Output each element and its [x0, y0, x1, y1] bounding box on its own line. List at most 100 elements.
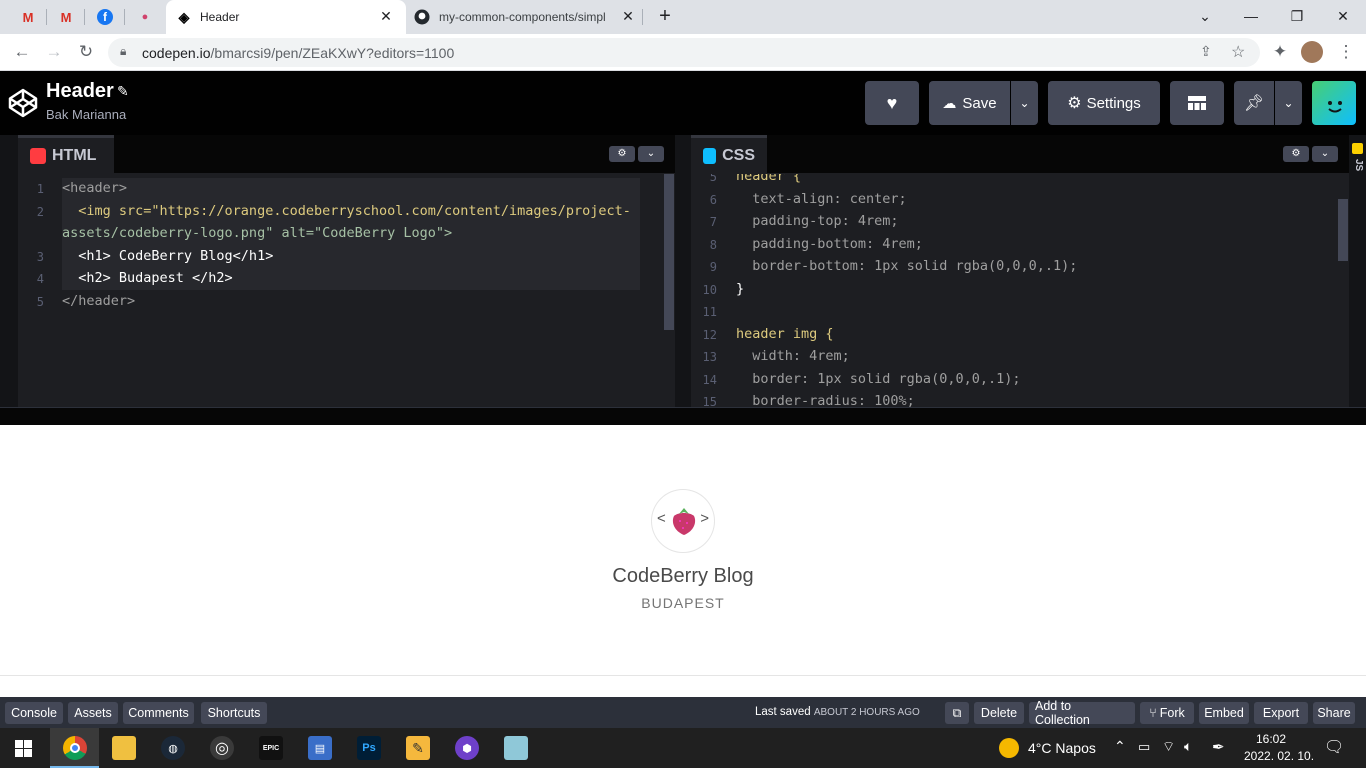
- save-button[interactable]: ☁ Save: [929, 81, 1010, 125]
- gear-icon: ⚙: [1067, 95, 1082, 112]
- html-code[interactable]: 1 2 3 4 5 <header> <img src="https://ora…: [18, 174, 675, 407]
- console-button[interactable]: Console: [5, 702, 63, 724]
- line-number: 5: [36, 295, 44, 309]
- bookmark-star-icon[interactable]: ☆: [1231, 42, 1245, 62]
- gmail-icon[interactable]: M: [58, 9, 74, 25]
- chevron-up-icon[interactable]: ⌃: [1114, 738, 1126, 755]
- battery-icon[interactable]: ▭: [1138, 739, 1150, 755]
- photoshop-icon[interactable]: Ps: [357, 736, 381, 760]
- fork-icon: ⑂: [1149, 706, 1157, 720]
- comments-button[interactable]: Comments: [123, 702, 194, 724]
- codeberry-logo: < >: [651, 489, 715, 553]
- angle-left-icon: <: [657, 510, 666, 527]
- assets-button[interactable]: Assets: [68, 702, 118, 724]
- windows-start-icon[interactable]: [15, 740, 32, 757]
- pin-button[interactable]: 📌︎: [1234, 81, 1274, 125]
- editor-collapse-icon[interactable]: ⌄: [638, 146, 664, 162]
- save-options-button[interactable]: ⌄: [1011, 81, 1038, 125]
- forward-icon[interactable]: →: [42, 40, 66, 64]
- strawberry-icon: [672, 508, 696, 535]
- line-number: 6: [709, 193, 717, 207]
- close-tab-icon[interactable]: ✕: [378, 8, 394, 24]
- profile-avatar[interactable]: [1301, 41, 1323, 63]
- pen-workspace-icon[interactable]: ✒: [1212, 738, 1225, 756]
- code-line: }: [736, 281, 745, 297]
- facebook-icon[interactable]: f: [97, 9, 113, 25]
- html-editor[interactable]: HTML ⚙ ⌄ 1 2 3 4 5 <header> <img src="ht…: [18, 135, 675, 407]
- css-badge-icon: [703, 147, 717, 164]
- html-badge-icon: [30, 147, 46, 164]
- html-editor-header: HTML ⚙ ⌄: [18, 135, 675, 173]
- chrome-menu-icon[interactable]: ⋮: [1334, 40, 1358, 64]
- preview-resizer[interactable]: [0, 407, 1366, 425]
- editor-settings-icon[interactable]: ⚙: [609, 146, 635, 162]
- code-line: <h2> Budapest </h2>: [62, 270, 233, 286]
- notifications-icon[interactable]: 🗨︎: [1324, 737, 1344, 757]
- codepen-logo-icon[interactable]: [7, 87, 39, 119]
- love-button[interactable]: ♥: [865, 81, 919, 125]
- gmail-icon[interactable]: M: [20, 9, 36, 25]
- settings-label: Settings: [1086, 94, 1141, 112]
- editor-collapse-icon[interactable]: ⌄: [1312, 146, 1338, 162]
- codepen-icon: ◈: [178, 8, 190, 25]
- restore-icon[interactable]: ❐: [1287, 6, 1307, 26]
- new-tab-icon[interactable]: +: [655, 6, 675, 26]
- wifi-icon[interactable]: ⌔: [1162, 738, 1175, 756]
- css-editor-header: CSS ⚙ ⌄: [691, 135, 1349, 173]
- edit-pencil-icon[interactable]: ✎: [117, 83, 129, 100]
- extensions-icon[interactable]: ✦: [1268, 40, 1292, 64]
- clock-date[interactable]: 2022. 02. 10.: [1244, 749, 1314, 763]
- pen-author[interactable]: Bak Marianna: [46, 107, 126, 122]
- clock-time[interactable]: 16:02: [1256, 732, 1286, 746]
- glass-app-icon[interactable]: [504, 736, 528, 760]
- save-disk-icon[interactable]: ▤: [308, 736, 332, 760]
- js-editor-collapsed[interactable]: JS: [1349, 135, 1366, 407]
- css-editor[interactable]: CSS ⚙ ⌄ 5 6 7 8 9 10 11 12 13 14 15 head…: [691, 135, 1349, 407]
- sun-weather-icon[interactable]: [999, 738, 1019, 758]
- volume-icon[interactable]: 🔈︎: [1184, 738, 1192, 755]
- close-window-icon[interactable]: ✕: [1333, 6, 1353, 26]
- tab-separator: [84, 9, 85, 25]
- weather-text[interactable]: 4°C Napos: [1028, 740, 1096, 756]
- change-view-button[interactable]: [1170, 81, 1224, 125]
- minimize-icon[interactable]: —: [1241, 6, 1261, 26]
- delete-button[interactable]: Delete: [974, 702, 1024, 724]
- editor-settings-icon[interactable]: ⚙: [1283, 146, 1309, 162]
- editor-resizer[interactable]: [675, 135, 691, 407]
- tab-search-icon[interactable]: ⌄: [1195, 6, 1215, 26]
- pin-options-button[interactable]: ⌄: [1275, 81, 1302, 125]
- epic-games-icon[interactable]: EPIC: [259, 736, 283, 760]
- settings-button[interactable]: ⚙ Settings: [1048, 81, 1160, 125]
- codeberry-icon[interactable]: ●: [137, 9, 153, 25]
- tab-header-active[interactable]: ◈ Header ✕: [166, 0, 406, 34]
- address-bar[interactable]: 🔒︎ codepen.io/bmarcsi9/pen/ZEaKXwY?edito…: [108, 38, 1260, 67]
- reload-icon[interactable]: ↻: [74, 40, 98, 64]
- share-icon[interactable]: ⇪: [1200, 43, 1212, 60]
- line-number: 15: [702, 395, 717, 407]
- shortcuts-button[interactable]: Shortcuts: [201, 702, 267, 724]
- css-editor-tab[interactable]: CSS: [691, 135, 767, 173]
- vertical-scrollbar[interactable]: [1338, 199, 1348, 261]
- lock-icon: 🔒︎: [120, 44, 127, 58]
- pencil-app-icon[interactable]: ✎: [406, 736, 430, 760]
- github-desktop-icon[interactable]: ⬢: [455, 736, 479, 760]
- share-button[interactable]: Share: [1313, 702, 1355, 724]
- add-to-collection-button[interactable]: Add to Collection: [1029, 699, 1135, 727]
- line-number: 12: [702, 328, 717, 342]
- fork-button[interactable]: ⑂ Fork: [1140, 702, 1194, 724]
- html-editor-tab[interactable]: HTML: [18, 135, 114, 173]
- steam-icon[interactable]: ◍: [161, 736, 185, 760]
- embed-button[interactable]: Embed: [1199, 702, 1249, 724]
- export-button[interactable]: Export: [1254, 702, 1308, 724]
- chrome-icon[interactable]: [63, 736, 87, 760]
- ubisoft-icon[interactable]: ◎: [210, 736, 234, 760]
- close-tab-icon[interactable]: ✕: [620, 8, 636, 24]
- user-avatar[interactable]: [1312, 81, 1356, 125]
- file-explorer-icon[interactable]: [112, 736, 136, 760]
- tab-title[interactable]: my-common-components/simpl: [439, 10, 613, 24]
- vertical-scrollbar[interactable]: [664, 174, 674, 330]
- back-icon[interactable]: ←: [10, 40, 34, 64]
- css-code[interactable]: 5 6 7 8 9 10 11 12 13 14 15 header { tex…: [691, 174, 1349, 407]
- pen-title[interactable]: Header: [46, 80, 114, 103]
- open-new-window-icon[interactable]: ⧉: [945, 702, 969, 724]
